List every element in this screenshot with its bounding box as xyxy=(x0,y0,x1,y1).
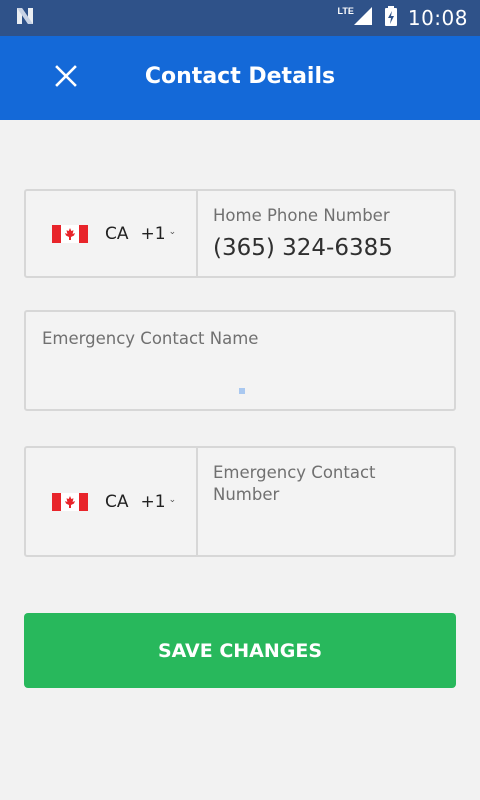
canada-flag-icon xyxy=(52,492,88,511)
home-phone-country-code: CA xyxy=(105,223,129,244)
home-phone-value: (365) 324-6385 xyxy=(213,235,393,261)
chevron-down-icon: ⌄ xyxy=(168,226,177,236)
emergency-contact-country-selector[interactable]: CA +1 ⌄ xyxy=(26,448,198,555)
cursor-indicator xyxy=(239,388,245,394)
status-bar: LTE 10:08 xyxy=(0,0,480,36)
app-bar: Contact Details xyxy=(0,36,480,120)
network-type-label: LTE xyxy=(337,6,354,16)
home-phone-dial-code: +1 xyxy=(140,223,166,244)
emergency-contact-number-label: Emergency Contact Number xyxy=(213,463,376,504)
emergency-contact-name-label: Emergency Contact Name xyxy=(42,329,259,348)
emergency-contact-dial-code: +1 xyxy=(140,491,166,512)
battery-charging-icon xyxy=(384,5,398,32)
signal-icon xyxy=(352,5,374,32)
canada-flag-icon xyxy=(52,224,88,243)
home-phone-field: CA +1 ⌄ Home Phone Number (365) 324-6385 xyxy=(24,189,456,278)
emergency-contact-name-field[interactable]: Emergency Contact Name xyxy=(24,310,456,411)
clock: 10:08 xyxy=(407,6,468,30)
home-phone-input[interactable]: Home Phone Number (365) 324-6385 xyxy=(198,191,454,276)
emergency-contact-number-input[interactable]: Emergency Contact Number xyxy=(198,448,454,555)
save-changes-button[interactable]: SAVE CHANGES xyxy=(24,613,456,688)
status-icons: LTE 10:08 xyxy=(338,5,468,32)
n-logo-icon xyxy=(14,5,36,32)
emergency-contact-number-field: CA +1 ⌄ Emergency Contact Number xyxy=(24,446,456,557)
emergency-contact-country-code: CA xyxy=(105,491,129,512)
home-phone-label: Home Phone Number xyxy=(213,206,390,225)
page-title: Contact Details xyxy=(144,64,336,89)
chevron-down-icon: ⌄ xyxy=(168,494,177,504)
home-phone-country-selector[interactable]: CA +1 ⌄ xyxy=(26,191,198,276)
